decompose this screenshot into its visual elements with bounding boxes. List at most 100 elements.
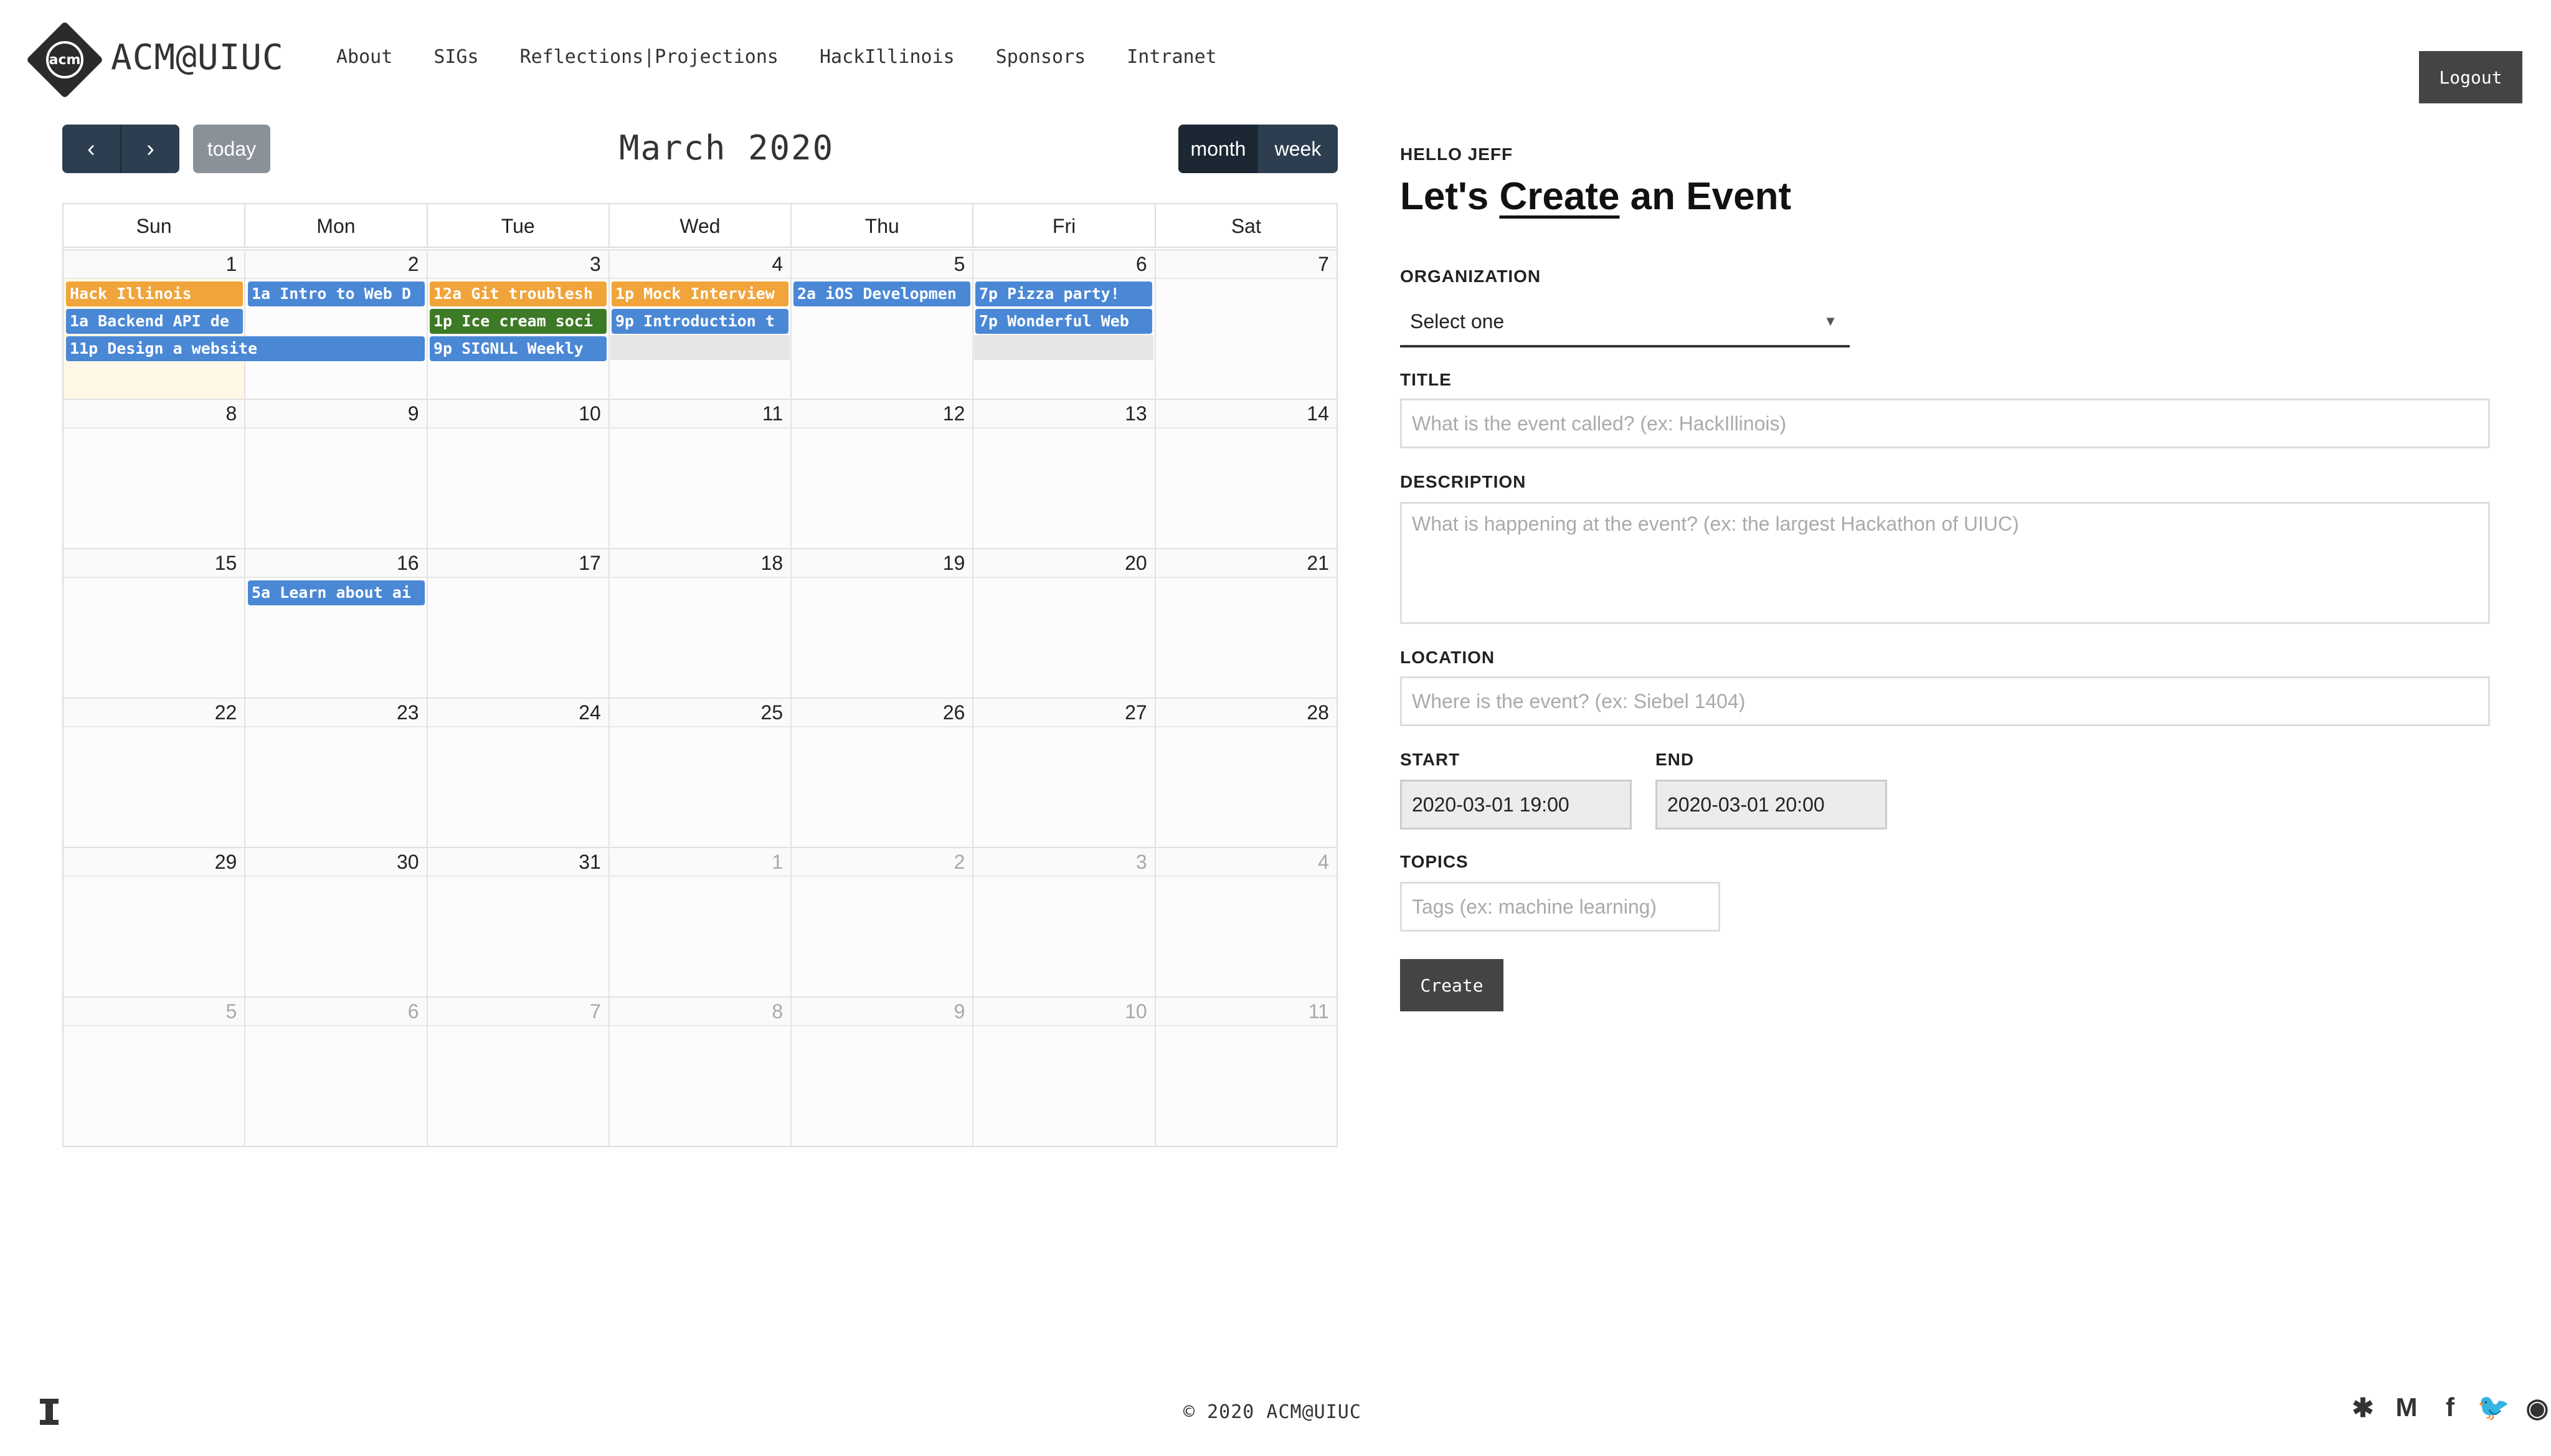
calendar-day-cell[interactable]: 30 [245,847,428,996]
calendar-day-cell[interactable]: 14 [1155,399,1337,548]
day-number[interactable]: 1 [772,851,783,874]
nav-link-about[interactable]: About [336,46,392,68]
end-datetime-input[interactable]: 2020-03-01 20:00 [1655,780,1887,830]
day-number[interactable]: 1 [225,253,237,276]
calendar-day-cell[interactable]: 7 [427,996,610,1146]
calendar-day-cell[interactable]: 12 [792,399,974,548]
calendar-day-cell[interactable]: 5 [792,249,974,399]
day-number[interactable]: 24 [579,701,601,724]
day-number[interactable]: 22 [215,701,237,724]
day-number[interactable]: 2 [954,851,965,874]
day-number[interactable]: 18 [761,552,783,575]
description-textarea[interactable]: What is happening at the event? (ex: the… [1400,502,2490,624]
day-number[interactable]: 5 [954,253,965,276]
day-number[interactable]: 8 [772,1000,783,1023]
calendar-day-cell[interactable]: 27 [973,697,1156,847]
next-month-button[interactable]: › [120,125,179,173]
day-number[interactable]: 17 [579,552,601,575]
calendar-day-cell[interactable]: 6 [245,996,428,1146]
calendar-day-cell[interactable]: 7 [1155,249,1337,399]
day-number[interactable]: 9 [954,1000,965,1023]
day-number[interactable]: 4 [1318,851,1329,874]
calendar-day-cell[interactable]: 4 [1155,847,1337,996]
view-week-button[interactable]: week [1258,125,1338,173]
calendar-event[interactable]: 1a Backend API de [66,309,243,334]
day-number[interactable]: 7 [1318,253,1329,276]
calendar-day-cell[interactable]: 15 [64,548,246,697]
illinois-i-icon[interactable] [40,1399,59,1425]
calendar-day-cell[interactable]: 8 [64,399,246,548]
day-number[interactable]: 20 [1125,552,1147,575]
calendar-day-cell[interactable]: 5 [64,996,246,1146]
day-number[interactable]: 3 [1136,851,1147,874]
nav-link-hackillinois[interactable]: HackIllinois [820,46,955,68]
day-number[interactable]: 26 [943,701,965,724]
calendar-day-cell[interactable]: 31 [427,847,610,996]
day-number[interactable]: 11 [762,402,783,425]
calendar-event[interactable]: 7p Wonderful Web [975,309,1152,334]
calendar-day-cell[interactable]: 11 [1155,996,1337,1146]
calendar-day-cell[interactable]: 3 [973,847,1156,996]
day-number[interactable]: 25 [761,701,783,724]
prev-month-button[interactable]: ‹ [62,125,120,173]
calendar-day-cell[interactable]: 10 [427,399,610,548]
day-number[interactable]: 6 [408,1000,419,1023]
calendar-day-cell[interactable]: 8 [609,996,792,1146]
calendar-event[interactable]: 9p SIGNLL Weekly [430,336,607,361]
day-number[interactable]: 30 [397,851,419,874]
day-number[interactable]: 31 [579,851,601,874]
day-number[interactable]: 10 [579,402,601,425]
day-number[interactable]: 9 [408,402,419,425]
view-month-button[interactable]: month [1178,125,1258,173]
calendar-day-cell[interactable]: 2 [245,249,428,399]
nav-link-reflections-projections[interactable]: Reflections|Projections [520,46,779,68]
calendar-day-cell[interactable]: 2 [792,847,974,996]
day-number[interactable]: 15 [215,552,237,575]
day-number[interactable]: 14 [1307,402,1329,425]
day-number[interactable]: 5 [225,1000,237,1023]
day-number[interactable]: 27 [1125,701,1147,724]
calendar-day-cell[interactable]: 10 [973,996,1156,1146]
heading-create-link[interactable]: Create [1499,175,1619,218]
slack-icon[interactable]: ✱ [2348,1392,2378,1422]
day-number[interactable]: 10 [1125,1000,1147,1023]
day-number[interactable]: 4 [772,253,783,276]
calendar-day-cell[interactable]: 18 [609,548,792,697]
title-input[interactable]: What is the event called? (ex: HackIllin… [1400,399,2490,448]
day-number[interactable]: 13 [1125,402,1147,425]
calendar-day-cell[interactable]: 11 [609,399,792,548]
calendar-day-cell[interactable]: 13 [973,399,1156,548]
calendar-day-cell[interactable]: 23 [245,697,428,847]
day-number[interactable]: 19 [943,552,965,575]
calendar-event[interactable]: 2a iOS Developmen [793,281,970,306]
twitter-icon[interactable]: 🐦 [2478,1392,2510,1422]
start-datetime-input[interactable]: 2020-03-01 19:00 [1400,780,1632,830]
calendar-event[interactable]: 12a Git troublesh [430,281,607,306]
calendar-day-cell[interactable]: 22 [64,697,246,847]
acm-logo-icon[interactable]: acm [46,41,83,78]
day-number[interactable]: 6 [1136,253,1147,276]
calendar-event[interactable]: 9p Introduction t [612,309,788,334]
nav-link-sponsors[interactable]: Sponsors [996,46,1086,68]
calendar-event[interactable]: 7p Pizza party! [975,281,1152,306]
calendar-day-cell[interactable]: 1 [609,847,792,996]
calendar-day-cell[interactable]: 25 [609,697,792,847]
calendar-day-cell[interactable]: 21 [1155,548,1337,697]
create-button[interactable]: Create [1400,959,1503,1011]
day-number[interactable]: 23 [397,701,419,724]
calendar-event[interactable]: 5a Learn about ai [248,580,425,605]
medium-icon[interactable]: M [2392,1392,2421,1422]
day-number[interactable]: 29 [215,851,237,874]
calendar-day-cell[interactable]: 9 [792,996,974,1146]
calendar-day-cell[interactable]: 29 [64,847,246,996]
calendar-day-cell[interactable]: 9 [245,399,428,548]
day-number[interactable]: 3 [590,253,601,276]
today-button[interactable]: today [193,125,270,173]
calendar-day-cell[interactable]: 19 [792,548,974,697]
calendar-event[interactable]: 1p Mock Interview [612,281,788,306]
facebook-icon[interactable]: f [2435,1392,2465,1422]
nav-link-sigs[interactable]: SIGs [433,46,478,68]
calendar-day-cell[interactable]: 26 [792,697,974,847]
brand-name[interactable]: ACM@UIUC [111,37,284,78]
calendar-event[interactable]: 11p Design a website [66,336,425,361]
